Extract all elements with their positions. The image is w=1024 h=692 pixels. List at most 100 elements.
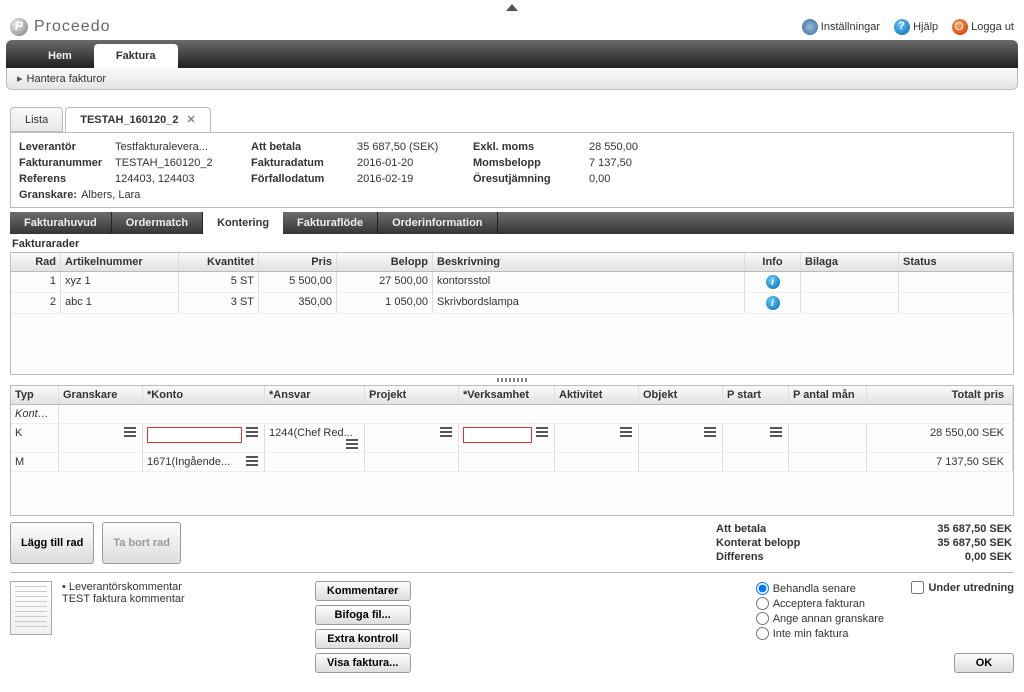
reviewer-label: Granskare: xyxy=(19,189,77,201)
col-account[interactable]: *Konto xyxy=(143,386,265,404)
col-artno[interactable]: Artikelnummer xyxy=(61,253,179,271)
rounding-label: Öresutjämning xyxy=(473,173,583,185)
help-link[interactable]: Hjälp xyxy=(894,19,938,35)
close-icon[interactable]: ✕ xyxy=(187,113,196,126)
accounting-group-row: Konteri... xyxy=(11,405,1013,424)
col-area[interactable]: *Verksamhet xyxy=(459,386,555,404)
accounting-row[interactable]: M 1671(Ingående... 7 137,50 SEK xyxy=(11,453,1013,472)
add-row-button[interactable]: Lägg till rad xyxy=(10,522,94,564)
under-review-checkbox[interactable]: Under utredning xyxy=(911,581,1014,594)
supplier-label: Leverantör xyxy=(19,141,109,153)
tab-fakturahuvud[interactable]: Fakturahuvud xyxy=(10,212,112,234)
menu-icon[interactable] xyxy=(620,427,632,437)
menu-icon[interactable] xyxy=(704,427,716,437)
invoice-line-row[interactable]: 1 xyz 1 5 ST 5 500,00 27 500,00 kontorss… xyxy=(11,272,1013,293)
radio-later[interactable]: Behandla senare xyxy=(756,581,884,596)
topay-label: Att betala xyxy=(251,141,351,153)
col-object[interactable]: Objekt xyxy=(639,386,723,404)
invoice-header-panel: Leverantör Testfakturalevera... Att beta… xyxy=(10,132,1014,208)
triangle-up-icon xyxy=(506,4,518,11)
logout-icon xyxy=(952,19,968,35)
vat-label: Momsbelopp xyxy=(473,157,583,169)
logout-label: Logga ut xyxy=(971,21,1014,33)
radio-assign[interactable]: Ange annan granskare xyxy=(756,611,884,626)
col-project[interactable]: Projekt xyxy=(365,386,459,404)
radio-notmine[interactable]: Inte min faktura xyxy=(756,626,884,641)
col-resp[interactable]: *Ansvar xyxy=(265,386,365,404)
invoice-line-row[interactable]: 2 abc 1 3 ST 350,00 1 050,00 Skrivbordsl… xyxy=(11,293,1013,314)
collapse-handle[interactable] xyxy=(0,0,1024,14)
col-activity[interactable]: Aktivitet xyxy=(555,386,639,404)
nav-tab-invoice[interactable]: Faktura xyxy=(94,44,178,68)
ok-button[interactable]: OK xyxy=(954,653,1014,673)
tab-fakturaflode[interactable]: Fakturaflöde xyxy=(283,212,378,234)
duedate-value: 2016-02-19 xyxy=(357,173,467,185)
col-price[interactable]: Pris xyxy=(259,253,337,271)
duedate-label: Förfallodatum xyxy=(251,173,351,185)
menu-icon[interactable] xyxy=(346,439,358,449)
col-total[interactable]: Totalt pris xyxy=(867,386,1013,404)
area-input[interactable] xyxy=(463,427,532,443)
col-attach[interactable]: Bilaga xyxy=(801,253,899,271)
menu-icon[interactable] xyxy=(246,427,258,437)
comment-title: Leverantörskommentar xyxy=(69,581,182,593)
tab-ordermatch[interactable]: Ordermatch xyxy=(112,212,203,234)
col-row[interactable]: Rad xyxy=(11,253,61,271)
info-icon[interactable]: i xyxy=(766,296,780,310)
show-invoice-button[interactable]: Visa faktura... xyxy=(315,653,411,673)
reference-label: Referens xyxy=(19,173,109,185)
nav-tab-home[interactable]: Hem xyxy=(26,44,94,68)
rounding-value: 0,00 xyxy=(589,173,669,185)
delete-row-button[interactable]: Ta bort rad xyxy=(102,522,181,564)
totals-diff-value: 0,00 SEK xyxy=(965,551,1012,563)
info-icon[interactable]: i xyxy=(766,275,780,289)
extra-control-button[interactable]: Extra kontroll xyxy=(315,629,411,649)
menu-icon[interactable] xyxy=(536,427,548,437)
menu-icon[interactable] xyxy=(246,456,258,466)
action-radios: Behandla senare Acceptera fakturan Ange … xyxy=(756,581,884,673)
totals-coded-value: 35 687,50 SEK xyxy=(937,537,1012,549)
menu-icon[interactable] xyxy=(770,427,782,437)
attach-button[interactable]: Bifoga fil... xyxy=(315,605,411,625)
col-pstart[interactable]: P start xyxy=(723,386,789,404)
col-reviewer[interactable]: Granskare xyxy=(59,386,143,404)
invoiceno-label: Fakturanummer xyxy=(19,157,109,169)
tab-kontering[interactable]: Kontering xyxy=(203,212,283,234)
main-nav: Hem Faktura xyxy=(6,40,1018,68)
col-status[interactable]: Status xyxy=(899,253,1013,271)
accounting-grid: Typ Granskare *Konto *Ansvar Projekt *Ve… xyxy=(10,385,1014,516)
invoice-lines-title: Fakturarader xyxy=(10,234,1014,252)
vat-value: 7 137,50 xyxy=(589,157,669,169)
invoice-thumbnail[interactable] xyxy=(10,581,52,635)
breadcrumb-bar: ▸ Hantera fakturor xyxy=(6,68,1018,90)
logout-link[interactable]: Logga ut xyxy=(952,19,1014,35)
col-type[interactable]: Typ xyxy=(11,386,59,404)
doc-tab-current[interactable]: TESTAH_160120_2✕ xyxy=(65,107,210,132)
tab-orderinformation[interactable]: Orderinformation xyxy=(378,212,497,234)
doc-tab-list[interactable]: Lista xyxy=(10,107,63,132)
comments-button[interactable]: Kommentarer xyxy=(315,581,411,601)
splitter[interactable] xyxy=(10,375,1014,385)
col-desc[interactable]: Beskrivning xyxy=(433,253,745,271)
radio-accept[interactable]: Acceptera fakturan xyxy=(756,596,884,611)
settings-icon xyxy=(802,19,818,35)
breadcrumb[interactable]: Hantera fakturor xyxy=(27,73,106,85)
col-info[interactable]: Info xyxy=(745,253,801,271)
totals-coded-label: Konterat belopp xyxy=(716,537,800,549)
supplier-value: Testfakturalevera... xyxy=(115,141,245,153)
account-input[interactable] xyxy=(147,427,242,443)
settings-label: Inställningar xyxy=(821,21,880,33)
accounting-row[interactable]: K 1244(Chef Red... 28 550,00 SEK xyxy=(11,424,1013,453)
col-qty[interactable]: Kvantitet xyxy=(179,253,259,271)
totals-diff-label: Differens xyxy=(716,551,764,563)
menu-icon[interactable] xyxy=(124,427,136,437)
comment-body: TEST faktura kommentar xyxy=(62,593,185,605)
settings-link[interactable]: Inställningar xyxy=(802,19,880,35)
app-name: Proceedo xyxy=(34,18,111,36)
chevron-right-icon: ▸ xyxy=(17,72,23,85)
col-amount[interactable]: Belopp xyxy=(337,253,433,271)
exvat-value: 28 550,00 xyxy=(589,141,669,153)
invoiceno-value: TESTAH_160120_2 xyxy=(115,157,245,169)
menu-icon[interactable] xyxy=(440,427,452,437)
col-pmonths[interactable]: P antal mån xyxy=(789,386,867,404)
